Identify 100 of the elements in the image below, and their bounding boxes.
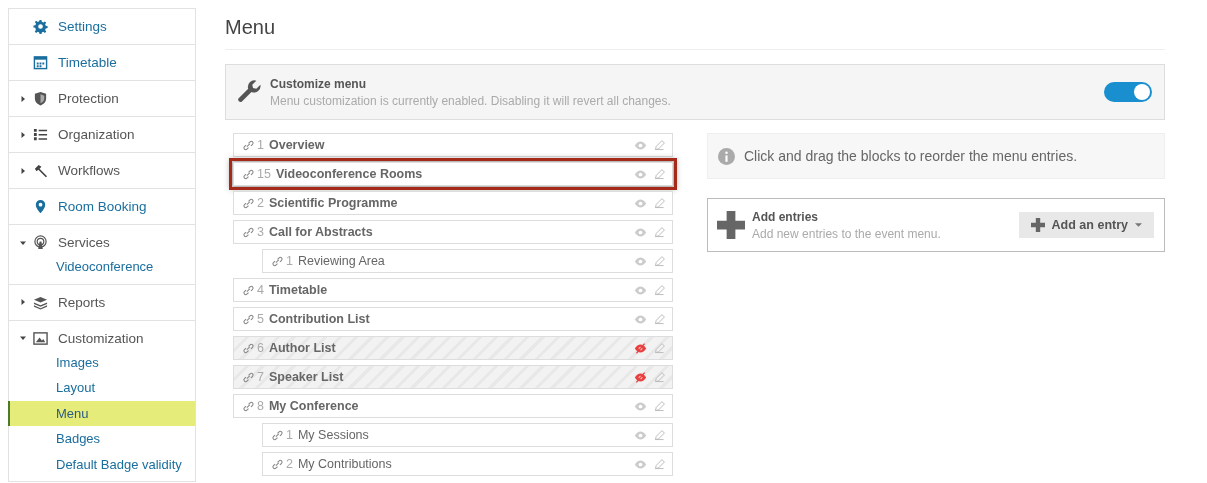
eye-icon[interactable] — [634, 196, 647, 210]
eye-icon[interactable] — [634, 312, 647, 326]
sidebar-subitem[interactable]: Layout — [8, 375, 195, 401]
link-icon — [271, 254, 284, 268]
entry-number: 1 — [257, 138, 264, 152]
eye-slash-icon[interactable] — [634, 370, 647, 384]
toggle-switch[interactable] — [1104, 82, 1152, 102]
entry-title: Reviewing Area — [297, 254, 386, 268]
pencil-icon[interactable] — [653, 225, 666, 239]
entry-title: Call for Abstracts — [268, 225, 374, 239]
pencil-icon[interactable] — [653, 138, 666, 152]
link-icon — [242, 196, 255, 210]
menu-entry[interactable]: 2 My Contributions — [262, 452, 673, 476]
link-icon — [242, 341, 255, 355]
menu-entry[interactable]: 2 Scientific Programme — [233, 191, 673, 215]
eye-icon[interactable] — [634, 428, 647, 442]
entry-number: 1 — [286, 254, 293, 268]
pencil-icon[interactable] — [653, 312, 666, 326]
menu-entry[interactable]: 4 Timetable — [233, 278, 673, 302]
wrench-icon — [236, 79, 262, 105]
sidebar-subitem[interactable]: Default Badge validity — [8, 451, 195, 477]
link-icon — [242, 283, 255, 297]
link-icon — [242, 370, 255, 384]
entry-number: 3 — [257, 225, 264, 239]
entry-title: My Conference — [268, 399, 360, 413]
pencil-icon[interactable] — [653, 283, 666, 297]
info-icon — [718, 147, 735, 165]
entry-title: Scientific Programme — [268, 196, 399, 210]
panel-description: Add new entries to the event menu. — [752, 226, 942, 241]
caret-icon — [19, 166, 27, 175]
eye-icon[interactable] — [634, 225, 647, 239]
menu-entry[interactable]: 1 Overview — [233, 133, 673, 157]
entry-number: 2 — [286, 457, 293, 471]
entry-number: 6 — [257, 341, 264, 355]
menu-entry[interactable]: 3 Call for Abstracts — [233, 220, 673, 244]
sidebar-subitem[interactable]: Menu — [8, 400, 195, 426]
entry-number: 4 — [257, 283, 264, 297]
sidebar-item[interactable]: Protection — [9, 81, 195, 116]
shield-icon — [33, 91, 48, 106]
menu-entry[interactable]: 6 Author List — [233, 336, 673, 360]
sidebar-item[interactable]: Reports — [9, 284, 195, 320]
pencil-icon[interactable] — [653, 254, 666, 268]
entry-number: 15 — [257, 167, 271, 181]
sidebar-item[interactable]: Organization — [9, 117, 195, 152]
entry-title: Timetable — [268, 283, 329, 297]
sidebar-subitem[interactable]: Badges — [8, 426, 195, 452]
info-text: Click and drag the blocks to reorder the menu entries. — [744, 148, 1078, 164]
pencil-icon[interactable] — [653, 457, 666, 471]
caret-icon — [19, 130, 27, 139]
caret-icon — [19, 94, 27, 103]
sidebar-item[interactable]: Room Booking — [9, 189, 195, 224]
eye-icon[interactable] — [634, 254, 647, 268]
menu-entry[interactable]: 1 My Sessions — [262, 423, 673, 447]
gear-icon — [33, 19, 48, 34]
hammer-icon — [33, 163, 48, 178]
pencil-icon[interactable] — [653, 196, 666, 210]
entry-number: 2 — [257, 196, 264, 210]
panel-title: Customize menu — [270, 76, 367, 91]
menu-entry[interactable]: 5 Contribution List — [233, 307, 673, 331]
entry-number: 5 — [257, 312, 264, 326]
eye-icon[interactable] — [634, 399, 647, 413]
add-entry-button[interactable]: Add an entry — [1018, 212, 1154, 238]
map-pin-icon — [33, 199, 48, 214]
entry-number: 7 — [257, 370, 264, 384]
link-icon — [242, 167, 255, 181]
eye-icon[interactable] — [634, 138, 647, 152]
caret-icon — [19, 334, 27, 342]
menu-entry[interactable]: 1 Reviewing Area — [262, 249, 673, 273]
eye-slash-icon[interactable] — [634, 341, 647, 355]
entry-title: Contribution List — [268, 312, 371, 326]
link-icon — [242, 225, 255, 239]
menu-entry[interactable]: 8 My Conference — [233, 394, 673, 418]
link-icon — [271, 457, 284, 471]
eye-icon[interactable] — [634, 167, 647, 181]
eye-icon[interactable] — [634, 457, 647, 471]
link-icon — [271, 428, 284, 442]
list-icon — [33, 127, 48, 142]
entry-title: My Sessions — [297, 428, 370, 442]
pencil-icon[interactable] — [653, 370, 666, 384]
menu-entry[interactable]: 7 Speaker List — [233, 365, 673, 389]
eye-icon[interactable] — [634, 283, 647, 297]
panel-description: Menu customization is currently enabled. Disabling it will revert all changes. — [270, 93, 672, 108]
sidebar-item[interactable]: Settings — [9, 9, 195, 44]
entry-title: My Contributions — [297, 457, 393, 471]
pencil-icon[interactable] — [653, 341, 666, 355]
link-icon — [242, 138, 255, 152]
entry-title: Author List — [268, 341, 337, 355]
link-icon — [242, 312, 255, 326]
pencil-icon[interactable] — [653, 399, 666, 413]
sidebar-item[interactable]: Workflows — [9, 153, 195, 188]
antenna-icon — [33, 235, 48, 250]
sidebar-item[interactable]: Timetable — [9, 45, 195, 80]
plus-icon — [1030, 218, 1045, 232]
pencil-icon[interactable] — [653, 428, 666, 442]
caret-icon — [1135, 222, 1142, 228]
entry-title: Speaker List — [268, 370, 345, 384]
panel-title: Add entries — [752, 209, 819, 224]
page-title: Menu — [225, 16, 1165, 50]
pencil-icon[interactable] — [653, 167, 666, 181]
entry-number: 1 — [286, 428, 293, 442]
